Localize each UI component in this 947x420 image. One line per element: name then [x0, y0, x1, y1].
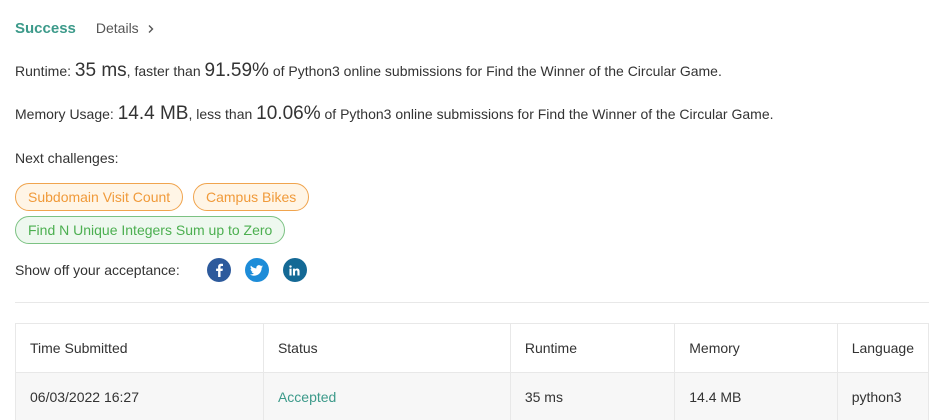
linkedin-icon[interactable]: [282, 258, 307, 282]
cell-time-submitted: 06/03/2022 16:27: [15, 372, 264, 420]
column-header-language[interactable]: Language: [836, 323, 930, 373]
challenge-pill[interactable]: Campus Bikes: [193, 183, 310, 211]
runtime-summary: Runtime: 35 ms, faster than 91.59% of Py…: [15, 60, 722, 82]
facebook-icon[interactable]: [206, 258, 231, 282]
cell-language: python3: [836, 372, 930, 420]
memory-label: Memory Usage:: [15, 106, 118, 122]
cell-status-link[interactable]: Accepted: [262, 372, 511, 420]
next-challenges-label: Next challenges:: [15, 150, 119, 166]
divider: [15, 302, 929, 303]
runtime-percent: 91.59%: [204, 60, 269, 81]
details-link[interactable]: Details: [96, 20, 156, 36]
details-label: Details: [95, 20, 139, 36]
table-header-row: Time Submitted Status Runtime Memory Lan…: [15, 323, 930, 373]
share-row: Show off your acceptance:: [15, 258, 307, 282]
submissions-table: Time Submitted Status Runtime Memory Lan…: [15, 323, 930, 420]
result-header: Success Details: [15, 20, 156, 37]
runtime-suffix: of Python3 online submissions for Find t…: [268, 63, 722, 79]
runtime-label: Runtime:: [15, 63, 75, 79]
status-title: Success: [15, 20, 76, 37]
twitter-icon[interactable]: [244, 258, 269, 282]
column-header-time[interactable]: Time Submitted: [15, 323, 264, 373]
cell-memory: 14.4 MB: [674, 372, 838, 420]
challenge-pill[interactable]: Find N Unique Integers Sum up to Zero: [15, 216, 286, 244]
cell-runtime: 35 ms: [509, 372, 676, 420]
column-header-runtime[interactable]: Runtime: [509, 323, 676, 373]
memory-suffix: of Python3 online submissions for Find t…: [320, 106, 774, 122]
share-label: Show off your acceptance:: [15, 262, 180, 278]
memory-summary: Memory Usage: 14.4 MB, less than 10.06% …: [15, 103, 774, 125]
memory-value: 14.4 MB: [117, 103, 189, 124]
table-row: 06/03/2022 16:27 Accepted 35 ms 14.4 MB …: [15, 372, 930, 420]
column-header-status[interactable]: Status: [262, 323, 511, 373]
memory-percent: 10.06%: [256, 103, 321, 124]
runtime-mid: , faster than: [126, 63, 205, 79]
chevron-right-icon: [148, 25, 154, 33]
runtime-value: 35 ms: [74, 60, 127, 81]
memory-mid: , less than: [188, 106, 257, 122]
column-header-memory[interactable]: Memory: [674, 323, 838, 373]
challenge-pill[interactable]: Subdomain Visit Count: [15, 183, 184, 211]
